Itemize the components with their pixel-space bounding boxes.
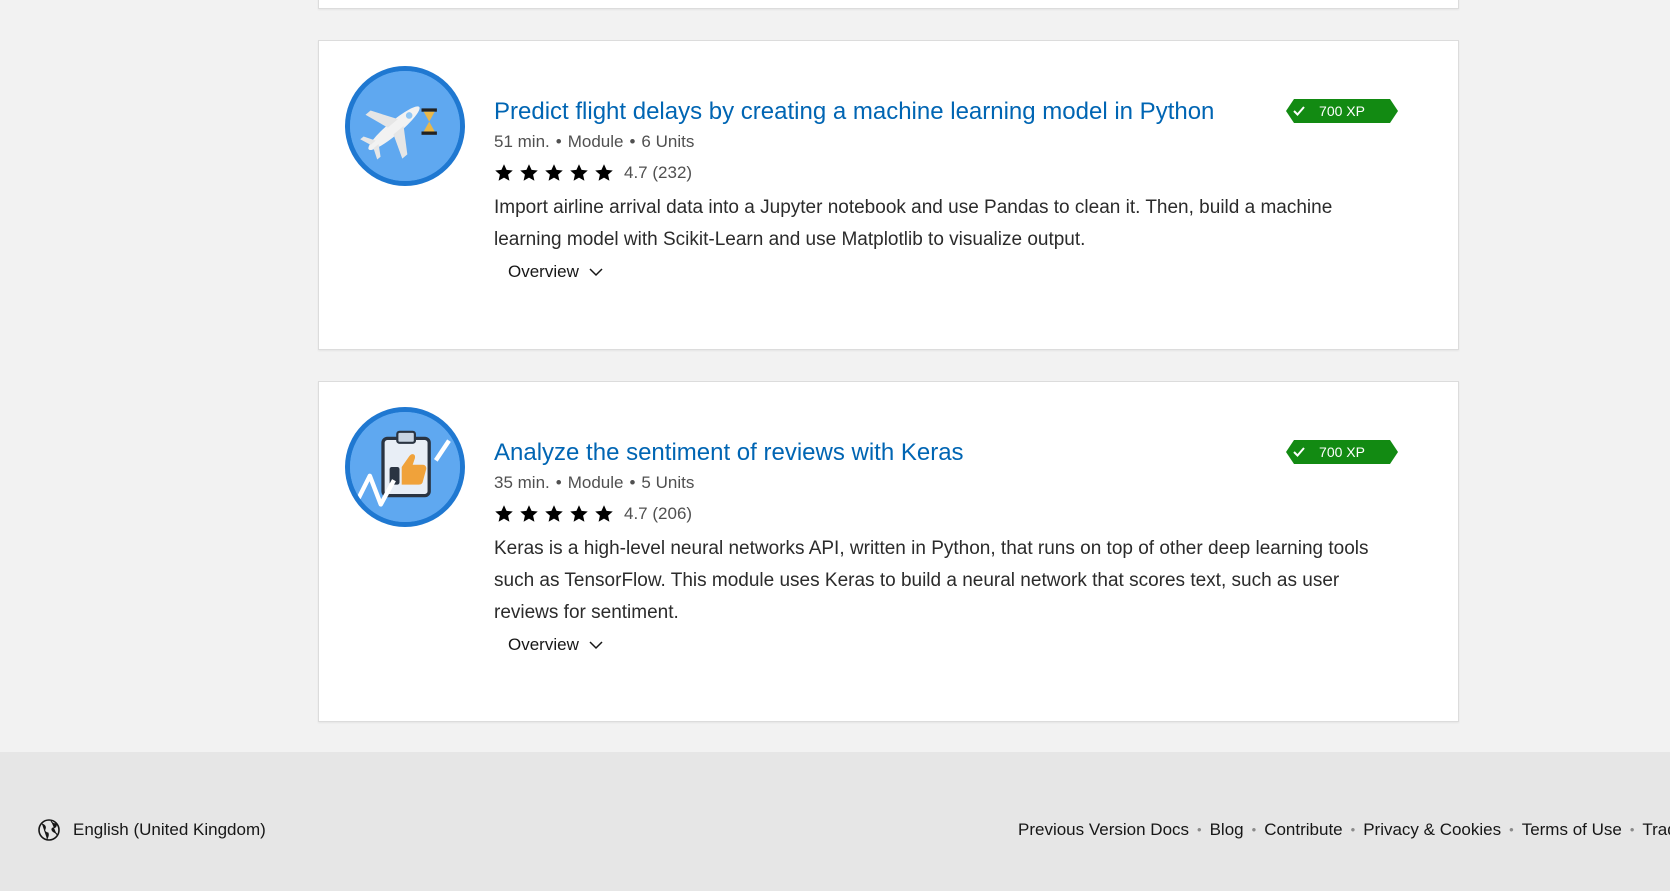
footer-link-trademarks[interactable]: Trademarks bbox=[1642, 818, 1670, 842]
module-type: Module bbox=[567, 473, 624, 492]
module-units: 6 Units bbox=[641, 132, 695, 151]
footer-link-previous-version-docs[interactable]: Previous Version Docs bbox=[1018, 818, 1189, 842]
footer-link-separator: • bbox=[1251, 822, 1257, 837]
xp-value: 700 XP bbox=[1319, 103, 1365, 119]
module-content: Analyze the sentiment of reviews with Ke… bbox=[494, 438, 1394, 655]
footer-link-contribute[interactable]: Contribute bbox=[1264, 818, 1342, 842]
module-content: Predict flight delays by creating a mach… bbox=[494, 97, 1394, 282]
xp-value: 700 XP bbox=[1319, 444, 1365, 460]
star-icon bbox=[545, 505, 563, 522]
star-icon bbox=[545, 164, 563, 181]
page: Predict flight delays by creating a mach… bbox=[0, 0, 1670, 891]
module-rating: 4.7 (232) bbox=[494, 162, 1394, 184]
module-title-link[interactable]: Predict flight delays by creating a mach… bbox=[494, 97, 1394, 127]
footer-link-separator: • bbox=[1629, 822, 1635, 837]
star-icon bbox=[595, 164, 613, 181]
clipboard-thumbs-up-icon[interactable] bbox=[345, 407, 465, 527]
rating-value: 4.7 (232) bbox=[624, 163, 692, 183]
star-rating bbox=[494, 504, 614, 524]
star-rating bbox=[494, 163, 614, 183]
star-icon bbox=[495, 505, 513, 522]
module-meta: 51 min. • Module • 6 Units bbox=[494, 131, 1394, 153]
star-icon bbox=[570, 505, 588, 522]
star-icon bbox=[495, 164, 513, 181]
rating-score: 4.7 bbox=[624, 163, 648, 182]
star-icon bbox=[595, 505, 613, 522]
meta-separator: • bbox=[629, 473, 636, 492]
module-rating: 4.7 (206) bbox=[494, 503, 1394, 525]
overview-toggle[interactable]: Overview bbox=[508, 262, 603, 282]
module-type: Module bbox=[567, 132, 624, 151]
footer-link-blog[interactable]: Blog bbox=[1210, 818, 1244, 842]
chevron-down-icon bbox=[589, 640, 603, 649]
module-units: 5 Units bbox=[641, 473, 695, 492]
overview-label: Overview bbox=[508, 635, 579, 654]
rating-value: 4.7 (206) bbox=[624, 504, 692, 524]
module-description: Keras is a high-level neural networks AP… bbox=[494, 538, 1369, 623]
star-icon bbox=[570, 164, 588, 181]
footer-link-separator: • bbox=[1509, 822, 1514, 837]
airplane-hourglass-icon[interactable] bbox=[345, 66, 465, 186]
xp-badge: 700 XP bbox=[1286, 440, 1398, 464]
module-duration: 51 min. bbox=[494, 132, 550, 151]
module-duration: 35 min. bbox=[494, 473, 550, 492]
check-icon bbox=[1292, 445, 1306, 459]
rating-count: (232) bbox=[652, 163, 693, 182]
xp-badge: 700 XP bbox=[1286, 99, 1398, 123]
footer-link-terms-of-use[interactable]: Terms of Use bbox=[1522, 818, 1622, 842]
module-meta: 35 min. • Module • 5 Units bbox=[494, 472, 1394, 494]
star-icon bbox=[520, 505, 538, 522]
meta-separator: • bbox=[555, 132, 562, 151]
footer-link-privacy-cookies[interactable]: Privacy & Cookies bbox=[1363, 818, 1501, 842]
locale-label: English (United Kingdom) bbox=[73, 820, 266, 839]
footer-link-separator: • bbox=[1350, 822, 1356, 837]
star-icon bbox=[520, 164, 538, 181]
overview-label: Overview bbox=[508, 262, 579, 281]
overview-toggle[interactable]: Overview bbox=[508, 635, 603, 655]
previous-card-edge bbox=[318, 0, 1459, 9]
module-title-link[interactable]: Analyze the sentiment of reviews with Ke… bbox=[494, 438, 1394, 468]
check-icon bbox=[1292, 104, 1306, 118]
module-card: Predict flight delays by creating a mach… bbox=[318, 40, 1459, 350]
meta-separator: • bbox=[629, 132, 636, 151]
globe-icon bbox=[38, 819, 60, 841]
module-description: Import airline arrival data into a Jupyt… bbox=[494, 197, 1333, 250]
footer-links: Previous Version Docs • Blog • Contribut… bbox=[1018, 818, 1670, 842]
locale-selector[interactable]: English (United Kingdom) bbox=[37, 818, 266, 842]
rating-score: 4.7 bbox=[624, 504, 648, 523]
footer-link-separator: • bbox=[1197, 822, 1202, 837]
chevron-down-icon bbox=[589, 267, 603, 276]
meta-separator: • bbox=[555, 473, 562, 492]
module-card: Analyze the sentiment of reviews with Ke… bbox=[318, 381, 1459, 722]
rating-count: (206) bbox=[652, 504, 693, 523]
